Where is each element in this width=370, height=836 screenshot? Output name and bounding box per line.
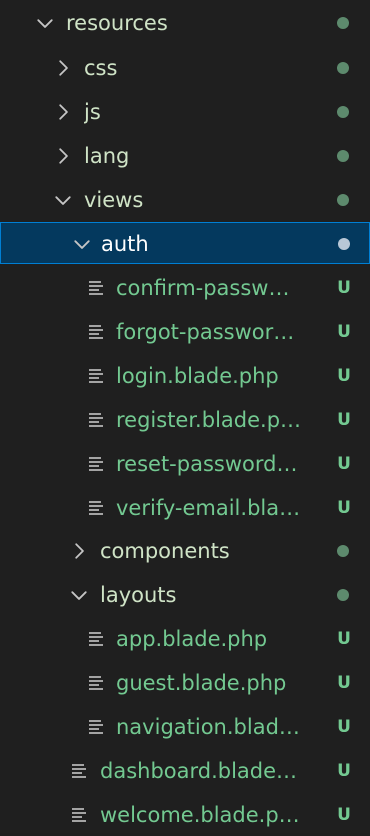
file-label: reset-password… xyxy=(116,452,298,476)
lines-file-icon xyxy=(85,267,107,309)
git-untracked-badge: U xyxy=(337,761,351,781)
lines-file-icon xyxy=(68,794,90,836)
file-label: forgot-passwor… xyxy=(116,320,295,344)
folder-label: js xyxy=(84,100,101,124)
chevron-right-icon[interactable] xyxy=(68,530,90,572)
chevron-down-icon[interactable] xyxy=(52,179,74,221)
lines-file-icon xyxy=(68,750,90,792)
file-explorer-tree: resources css js lang views auth confirm-passw… xyxy=(0,0,370,833)
file-row-register-blade-p[interactable]: register.blade.p… U xyxy=(0,399,370,441)
chevron-right-icon[interactable] xyxy=(52,47,74,89)
folder-row-components[interactable]: components xyxy=(0,530,370,572)
file-label: login.blade.php xyxy=(116,364,279,388)
git-untracked-badge: U xyxy=(337,673,351,693)
file-row-confirm-passw[interactable]: confirm-passw… U xyxy=(0,267,370,309)
file-row-navigation-blad[interactable]: navigation.blad… U xyxy=(0,706,370,748)
lines-file-icon xyxy=(85,618,107,660)
file-row-guest-blade-php[interactable]: guest.blade.php U xyxy=(0,662,370,704)
folder-row-css[interactable]: css xyxy=(0,47,370,89)
lines-file-icon xyxy=(85,399,107,441)
chevron-down-icon[interactable] xyxy=(68,574,90,616)
folder-label: resources xyxy=(66,11,168,35)
file-label: welcome.blade.p… xyxy=(100,803,300,827)
lines-file-icon xyxy=(85,311,107,353)
file-row-verify-email-bla[interactable]: verify-email.bla… U xyxy=(0,487,370,529)
git-modified-dot-icon xyxy=(338,238,350,250)
chevron-right-icon[interactable] xyxy=(52,135,74,177)
file-label: confirm-passw… xyxy=(116,276,290,300)
file-row-app-blade-php[interactable]: app.blade.php U xyxy=(0,618,370,660)
lines-file-icon xyxy=(85,706,107,748)
file-label: verify-email.bla… xyxy=(116,496,301,520)
git-untracked-badge: U xyxy=(337,454,351,474)
folder-row-js[interactable]: js xyxy=(0,91,370,133)
chevron-down-icon[interactable] xyxy=(34,2,56,44)
lines-file-icon xyxy=(85,355,107,397)
git-untracked-badge: U xyxy=(337,629,351,649)
git-untracked-badge: U xyxy=(337,322,351,342)
lines-file-icon xyxy=(85,487,107,529)
chevron-right-icon[interactable] xyxy=(52,91,74,133)
file-label: navigation.blad… xyxy=(116,715,300,739)
folder-label: layouts xyxy=(100,583,177,607)
lines-file-icon xyxy=(85,443,107,485)
git-modified-dot-icon xyxy=(337,589,349,601)
git-modified-dot-icon xyxy=(337,62,349,74)
file-row-welcome-blade-p[interactable]: welcome.blade.p… U xyxy=(0,794,370,836)
folder-label: components xyxy=(100,539,230,563)
file-label: guest.blade.php xyxy=(116,671,287,695)
folder-label: css xyxy=(84,56,118,80)
folder-label: views xyxy=(84,188,144,212)
git-modified-dot-icon xyxy=(337,194,349,206)
git-untracked-badge: U xyxy=(337,410,351,430)
folder-row-lang[interactable]: lang xyxy=(0,135,370,177)
folder-row-layouts[interactable]: layouts xyxy=(0,574,370,616)
folder-label: lang xyxy=(84,144,130,168)
lines-file-icon xyxy=(85,662,107,704)
git-untracked-badge: U xyxy=(337,366,351,386)
git-untracked-badge: U xyxy=(337,498,351,518)
git-untracked-badge: U xyxy=(337,805,351,825)
file-row-forgot-passwor[interactable]: forgot-passwor… U xyxy=(0,311,370,353)
file-label: app.blade.php xyxy=(116,627,268,651)
folder-row-resources[interactable]: resources xyxy=(0,2,370,44)
folder-row-views[interactable]: views xyxy=(0,179,370,221)
chevron-down-icon[interactable] xyxy=(71,223,93,265)
file-label: register.blade.p… xyxy=(116,408,302,432)
git-modified-dot-icon xyxy=(337,17,349,29)
git-modified-dot-icon xyxy=(337,106,349,118)
git-modified-dot-icon xyxy=(337,545,349,557)
file-label: dashboard.blade… xyxy=(100,759,298,783)
file-row-reset-password[interactable]: reset-password… U xyxy=(0,443,370,485)
git-untracked-badge: U xyxy=(337,717,351,737)
file-row-login-blade-php[interactable]: login.blade.php U xyxy=(0,355,370,397)
file-row-dashboard-blade[interactable]: dashboard.blade… U xyxy=(0,750,370,792)
git-modified-dot-icon xyxy=(337,150,349,162)
git-untracked-badge: U xyxy=(337,278,351,298)
folder-row-auth[interactable]: auth xyxy=(0,222,370,264)
folder-label: auth xyxy=(101,232,149,256)
